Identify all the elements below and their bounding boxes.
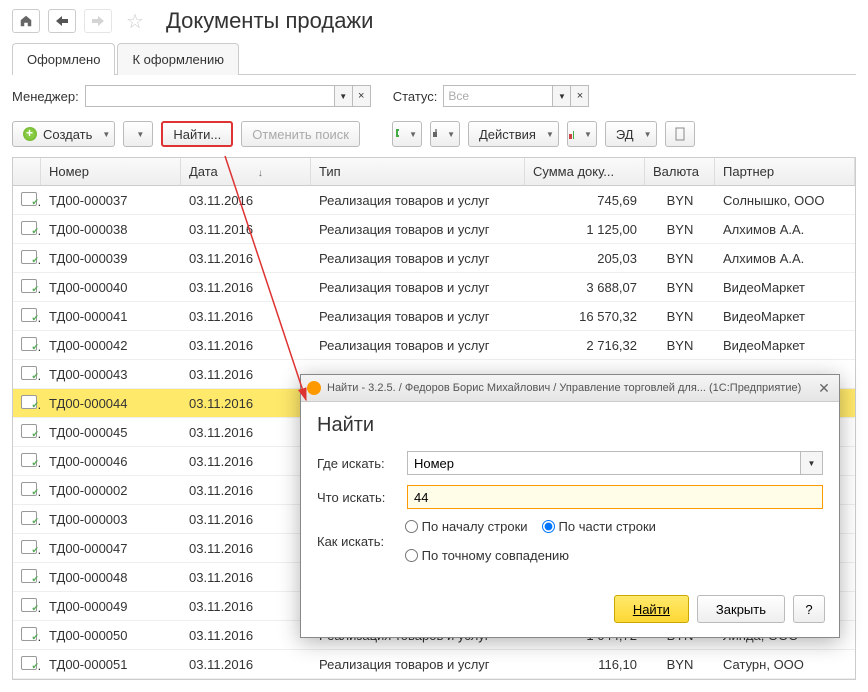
annotation-arrow	[0, 0, 868, 692]
